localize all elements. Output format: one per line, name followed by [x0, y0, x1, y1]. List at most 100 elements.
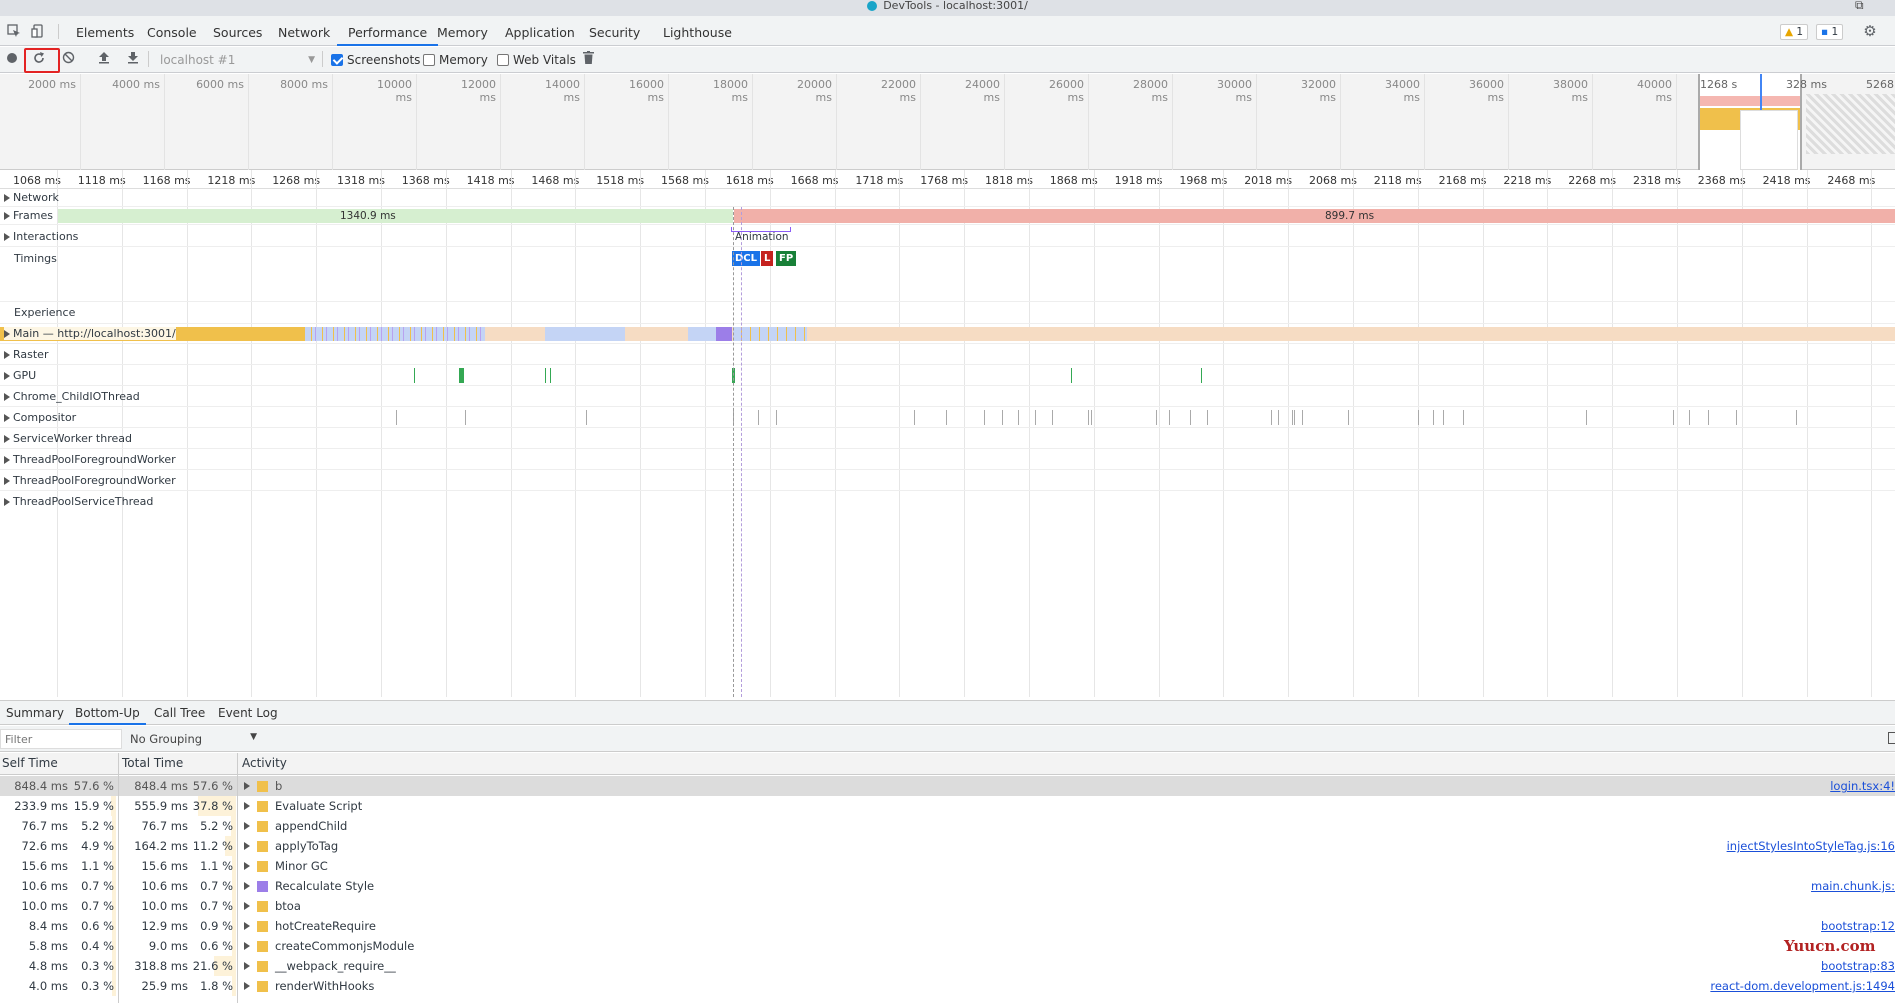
threadpool-track-label[interactable]: ThreadPoolForegroundWorker: [4, 474, 176, 487]
childio-track-label[interactable]: Chrome_ChildIOThread: [4, 390, 140, 403]
table-row[interactable]: 8.4 ms 0.6 % 12.9 ms 0.9 % hotCreateRequire b…: [0, 916, 1895, 936]
compositor-task-bar[interactable]: [1348, 410, 1349, 425]
dcl-marker[interactable]: DCL: [732, 251, 761, 266]
compositor-task-bar[interactable]: [1418, 410, 1419, 425]
messages-badge[interactable]: ▪ 1: [1816, 24, 1844, 40]
serviceworker-track-label[interactable]: ServiceWorker thread: [4, 432, 132, 445]
compositor-task-bar[interactable]: [586, 410, 587, 425]
main-thread-mixed-bar[interactable]: [733, 327, 807, 341]
expand-arrow-icon[interactable]: [244, 822, 250, 830]
tab-call-tree[interactable]: Call Tree: [148, 701, 211, 725]
filter-input[interactable]: [0, 729, 122, 749]
interactions-track[interactable]: Interactions Animation: [0, 225, 1895, 247]
toggle-sidebar-icon[interactable]: [1888, 732, 1895, 744]
source-link[interactable]: react-dom.development.js:1494: [1710, 976, 1895, 996]
table-row[interactable]: 848.4 ms 57.6 % 848.4 ms 57.6 % b login.tsx:4…: [0, 776, 1895, 796]
grouping-select[interactable]: No Grouping ▼: [130, 732, 257, 746]
gpu-task-bar[interactable]: [1201, 368, 1202, 383]
table-row[interactable]: 4.0 ms 0.3 % 25.9 ms 1.8 % renderWithHooks re…: [0, 976, 1895, 996]
record-button[interactable]: [6, 51, 18, 69]
compositor-task-bar[interactable]: [1586, 410, 1587, 425]
experience-track[interactable]: Experience: [0, 302, 1895, 324]
compositor-task-bar[interactable]: [1088, 410, 1089, 425]
raster-track-label[interactable]: Raster: [4, 348, 48, 361]
compositor-task-bar[interactable]: [1190, 410, 1191, 425]
frames-track[interactable]: 1340.9 ms 899.7 ms Frames: [0, 207, 1895, 225]
main-thread-track-label[interactable]: Main — http://localhost:3001/: [4, 327, 176, 340]
tab-network[interactable]: Network: [267, 16, 341, 46]
compositor-task-bar[interactable]: [984, 410, 985, 425]
activity-header[interactable]: Activity: [242, 756, 287, 770]
gpu-track[interactable]: GPU: [0, 365, 1895, 386]
compositor-task-bar[interactable]: [1302, 410, 1303, 425]
compositor-task-bar[interactable]: [1708, 410, 1709, 425]
tab-bottom-up[interactable]: Bottom-Up: [69, 701, 146, 725]
compositor-task-bar[interactable]: [1156, 410, 1157, 425]
table-row[interactable]: 4.8 ms 0.3 % 318.8 ms 21.6 % __webpack_requi…: [0, 956, 1895, 976]
compositor-track-label[interactable]: Compositor: [4, 411, 76, 424]
compositor-task-bar[interactable]: [1463, 410, 1464, 425]
compositor-task-bar[interactable]: [1207, 410, 1208, 425]
main-thread-track[interactable]: Main — http://localhost:3001/: [0, 324, 1895, 344]
self-time-header[interactable]: Self Time: [2, 756, 58, 770]
childio-track[interactable]: Chrome_ChildIOThread: [0, 386, 1895, 407]
compositor-task-bar[interactable]: [1292, 410, 1293, 425]
settings-gear-icon[interactable]: ⚙: [1862, 22, 1878, 40]
compositor-task-bar[interactable]: [776, 410, 777, 425]
garbage-collect-button[interactable]: [583, 51, 594, 69]
expand-arrow-icon[interactable]: [244, 782, 250, 790]
expand-arrow-icon[interactable]: [244, 922, 250, 930]
total-time-header[interactable]: Total Time: [122, 756, 183, 770]
threadpool-track-label[interactable]: ThreadPoolForegroundWorker: [4, 453, 176, 466]
expand-arrow-icon[interactable]: [244, 842, 250, 850]
source-link[interactable]: bootstrap:83: [1821, 956, 1895, 976]
main-thread-render-bar[interactable]: [545, 327, 625, 341]
table-row[interactable]: 76.7 ms 5.2 % 76.7 ms 5.2 % appendChild: [0, 816, 1895, 836]
compositor-task-bar[interactable]: [1278, 410, 1279, 425]
compositor-task-bar[interactable]: [1673, 410, 1674, 425]
serviceworker-track[interactable]: ServiceWorker thread: [0, 428, 1895, 449]
frames-track-label[interactable]: Frames: [4, 209, 53, 222]
table-row[interactable]: 10.0 ms 0.7 % 10.0 ms 0.7 % btoa: [0, 896, 1895, 916]
inspect-element-icon[interactable]: [6, 23, 22, 39]
gpu-task-bar[interactable]: [459, 368, 464, 383]
gpu-task-bar[interactable]: [1071, 368, 1072, 383]
expand-arrow-icon[interactable]: [244, 962, 250, 970]
expand-arrow-icon[interactable]: [244, 942, 250, 950]
table-row[interactable]: 72.6 ms 4.9 % 164.2 ms 11.2 % applyToTag inje…: [0, 836, 1895, 856]
tab-security[interactable]: Security: [578, 16, 651, 46]
tab-sources[interactable]: Sources: [202, 16, 273, 46]
device-toolbar-icon[interactable]: [30, 23, 46, 39]
table-row[interactable]: 10.6 ms 0.7 % 10.6 ms 0.7 % Recalculate Styl…: [0, 876, 1895, 896]
frame-bar[interactable]: 899.7 ms: [734, 209, 1895, 223]
compositor-task-bar[interactable]: [396, 410, 397, 425]
tab-lighthouse[interactable]: Lighthouse: [652, 16, 743, 46]
source-link[interactable]: bootstrap:12: [1821, 916, 1895, 936]
main-thread-style-bar[interactable]: [716, 327, 732, 341]
tab-application[interactable]: Application: [494, 16, 586, 46]
expand-arrow-icon[interactable]: [244, 862, 250, 870]
threadpool-service-track[interactable]: ThreadPoolServiceThread: [0, 491, 1895, 512]
clear-button[interactable]: [62, 51, 75, 69]
warnings-badge[interactable]: ▲ 1: [1780, 24, 1809, 40]
interactions-track-label[interactable]: Interactions: [4, 230, 78, 243]
compositor-task-bar[interactable]: [1018, 410, 1019, 425]
web-vitals-checkbox[interactable]: Web Vitals: [497, 53, 576, 67]
frame-bar[interactable]: 1340.9 ms: [58, 209, 733, 223]
compositor-task-bar[interactable]: [1796, 410, 1797, 425]
main-thread-mixed-bar[interactable]: [305, 327, 485, 341]
source-link[interactable]: login.tsx:4!: [1830, 776, 1895, 796]
expand-arrow-icon[interactable]: [244, 802, 250, 810]
compositor-task-bar[interactable]: [1052, 410, 1053, 425]
expand-arrow-icon[interactable]: [244, 902, 250, 910]
compositor-task-bar[interactable]: [1271, 410, 1272, 425]
compositor-task-bar[interactable]: [1294, 410, 1295, 425]
screenshots-checkbox[interactable]: Screenshots: [331, 53, 420, 67]
compositor-task-bar[interactable]: [1091, 410, 1092, 425]
tab-elements[interactable]: Elements: [65, 16, 145, 46]
threadpool-service-track-label[interactable]: ThreadPoolServiceThread: [4, 495, 153, 508]
gpu-track-label[interactable]: GPU: [4, 369, 36, 382]
tab-performance[interactable]: Performance: [337, 16, 439, 46]
memory-checkbox[interactable]: Memory: [423, 53, 488, 67]
compositor-task-bar[interactable]: [1433, 410, 1434, 425]
